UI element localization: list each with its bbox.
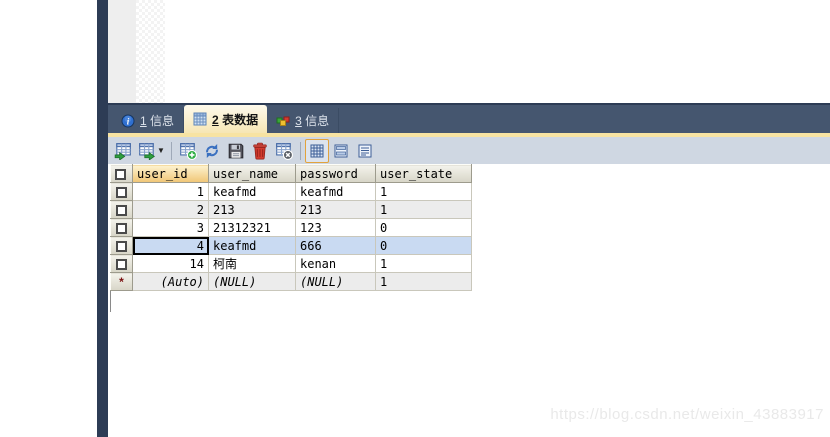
text-view-button[interactable] — [353, 139, 377, 163]
cell-user-state[interactable]: 1 — [375, 200, 472, 219]
left-dark-divider — [97, 0, 108, 437]
table-row: 14 柯南 kenan 1 — [110, 254, 472, 273]
cancel-changes-icon — [276, 142, 293, 160]
cell-user-name[interactable]: 213 — [208, 200, 296, 219]
csdn-watermark: https://blog.csdn.net/weixin_43883917 — [550, 406, 824, 423]
tab-table-data-2[interactable]: 2 表数据 — [184, 105, 268, 133]
cell-password[interactable]: 666 — [295, 236, 376, 255]
table-row: 1 keafmd keafmd 1 — [110, 182, 472, 201]
form-view-button[interactable] — [329, 139, 353, 163]
cell-user-id[interactable]: 3 — [132, 218, 209, 237]
tab-info-3[interactable]: 3 信息 — [267, 108, 340, 133]
save-icon — [228, 143, 244, 158]
row-checkbox[interactable] — [116, 258, 127, 270]
tab-accel: 3 — [295, 114, 302, 128]
refresh-icon — [205, 143, 218, 158]
row-select-cell[interactable] — [110, 254, 133, 273]
row-checkbox[interactable] — [116, 222, 127, 234]
tab-label: 表数据 — [222, 112, 259, 127]
save-button[interactable] — [224, 139, 248, 163]
cell-user-id[interactable]: 2 — [132, 200, 209, 219]
row-checkbox[interactable] — [116, 204, 127, 216]
cell-user-name[interactable]: 21312321 — [208, 218, 296, 237]
new-row-asterisk: * — [119, 274, 124, 289]
cell-user-name[interactable]: keafmd — [208, 236, 296, 255]
cell-user-state[interactable]: 1 — [375, 182, 472, 201]
table-row: 2 213 213 1 — [110, 200, 472, 219]
row-select-cell[interactable] — [110, 218, 133, 237]
select-all-cell[interactable] — [110, 164, 133, 183]
result-tab-bar: i 1 信息 2 表数据 3 信息 — [108, 103, 830, 133]
tab-info-1[interactable]: i 1 信息 — [112, 108, 185, 133]
tab-accel: 2 — [212, 112, 219, 127]
cell-user-state[interactable]: 0 — [375, 218, 472, 237]
toolbar-separator — [299, 141, 301, 160]
grid-toolbar: ▼ — [108, 137, 830, 164]
table-grid-icon — [193, 112, 207, 126]
cell-password-null[interactable]: (NULL) — [295, 272, 376, 291]
row-checkbox[interactable] — [116, 186, 127, 198]
cell-user-id[interactable]: 14 — [132, 254, 209, 273]
tab-accel: 1 — [140, 114, 147, 128]
cell-user-name-null[interactable]: (NULL) — [208, 272, 296, 291]
select-all-checkbox[interactable] — [115, 168, 126, 180]
delete-row-icon — [253, 142, 267, 159]
new-row-template: * (Auto) (NULL) (NULL) 1 — [110, 272, 472, 291]
cell-password[interactable]: 213 — [295, 200, 376, 219]
column-header-user-name[interactable]: user_name — [208, 164, 296, 183]
info-icon: i — [121, 114, 135, 128]
cell-user-id-active[interactable]: 4 — [132, 236, 209, 255]
row-select-cell[interactable] — [110, 236, 133, 255]
tab-label: 信息 — [305, 114, 330, 128]
add-row-icon — [180, 142, 197, 160]
grid-header-row: user_id user_name password user_state — [110, 164, 472, 183]
row-select-cell[interactable] — [110, 182, 133, 201]
column-header-user-state[interactable]: user_state — [375, 164, 472, 183]
cell-password[interactable]: keafmd — [295, 182, 376, 201]
column-header-user-id[interactable]: user_id — [132, 164, 209, 183]
cell-user-id[interactable]: 1 — [132, 182, 209, 201]
cell-password[interactable]: 123 — [295, 218, 376, 237]
row-select-cell[interactable] — [110, 200, 133, 219]
colored-cubes-icon — [276, 114, 290, 128]
cell-user-id-auto[interactable]: (Auto) — [132, 272, 209, 291]
export-table-icon — [139, 142, 155, 160]
grid-left-border-tail — [110, 291, 111, 312]
sqlyog-window: i 1 信息 2 表数据 3 信息 ▼ user_id user_name pa… — [0, 0, 830, 437]
import-table-button[interactable] — [111, 139, 135, 163]
cell-user-state-default[interactable]: 1 — [375, 272, 472, 291]
row-checkbox[interactable] — [116, 240, 127, 252]
text-view-icon — [358, 144, 372, 157]
refresh-button[interactable] — [200, 139, 224, 163]
tab-label: 信息 — [150, 114, 175, 128]
grid-view-button[interactable] — [304, 138, 329, 163]
export-table-button[interactable] — [135, 139, 159, 163]
new-row-marker-cell[interactable]: * — [110, 272, 133, 291]
cell-user-name[interactable]: 柯南 — [208, 254, 296, 273]
grid-view-icon — [310, 144, 324, 157]
upper-pane-checker-area — [136, 0, 165, 105]
cell-password[interactable]: kenan — [295, 254, 376, 273]
cell-user-state[interactable]: 0 — [375, 236, 472, 255]
cell-user-state[interactable]: 1 — [375, 254, 472, 273]
import-table-icon — [114, 142, 131, 160]
toolbar-separator — [170, 141, 172, 160]
delete-row-button[interactable] — [248, 139, 272, 163]
column-header-password[interactable]: password — [295, 164, 376, 183]
cancel-changes-button[interactable] — [272, 139, 296, 163]
table-row-selected: 4 keafmd 666 0 — [110, 236, 472, 255]
add-row-button[interactable] — [176, 139, 200, 163]
cell-user-name[interactable]: keafmd — [208, 182, 296, 201]
result-grid: user_id user_name password user_state 1 … — [110, 164, 472, 291]
dropdown-caret-icon[interactable]: ▼ — [157, 146, 165, 155]
form-view-icon — [334, 144, 348, 157]
table-row: 3 21312321 123 0 — [110, 218, 472, 237]
upper-pane-gray-strip — [108, 0, 136, 105]
